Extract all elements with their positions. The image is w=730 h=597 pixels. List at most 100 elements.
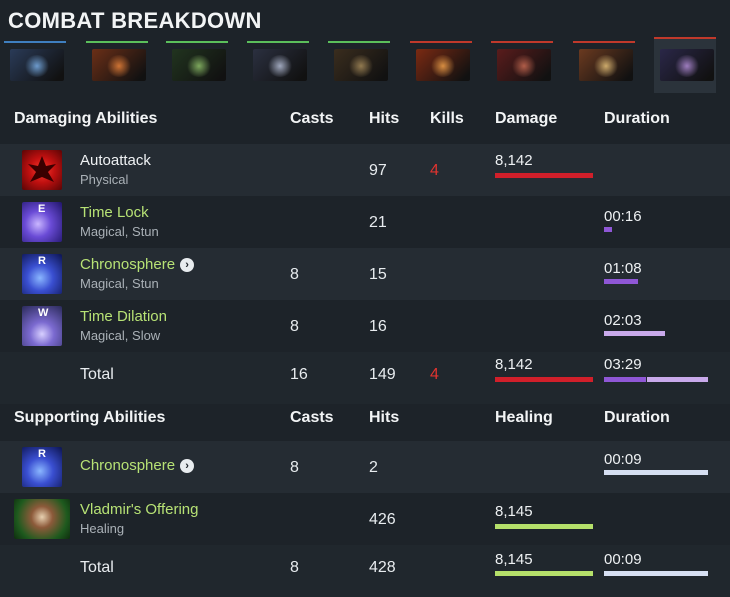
chevron-right-icon[interactable]: › — [180, 258, 195, 272]
total-label: Total — [80, 366, 114, 383]
ability-name: Time Dilation — [80, 308, 167, 325]
damage-type: Physical — [80, 172, 129, 187]
night-stalker-portrait-icon — [253, 49, 307, 81]
column-header-duration: Duration — [604, 409, 670, 426]
hero-portrait-highlight — [106, 55, 132, 77]
healing-bar — [495, 524, 593, 529]
chronosphere-icon: R — [22, 254, 62, 294]
duration-stacked-bar — [604, 377, 708, 382]
column-header-duration: Duration — [604, 110, 670, 127]
chronosphere-icon: R — [22, 447, 62, 487]
hero-team-bar — [166, 41, 228, 43]
page-title: COMBAT BREAKDOWN — [8, 8, 262, 33]
duration-value: 00:09 — [604, 451, 642, 468]
hero-tab[interactable] — [573, 41, 635, 89]
time-dilation-icon: W — [22, 306, 62, 346]
ability-name[interactable]: Chronosphere › — [80, 457, 195, 474]
healing-value: 8,145 — [495, 551, 533, 568]
duration-value: 00:16 — [604, 208, 642, 225]
supporting-abilities-header: Supporting Abilities Casts Hits Healing Dura… — [0, 397, 730, 441]
ability-name: Vladmir's Offering — [80, 501, 199, 518]
time-lock-icon: E — [22, 202, 62, 242]
meter-fill — [495, 377, 593, 382]
hits-value: 149 — [369, 366, 396, 383]
column-header-kills: Kills — [430, 110, 464, 127]
damage-value: 8,142 — [495, 356, 533, 373]
hits-value: 2 — [369, 459, 378, 476]
meter-fill — [495, 571, 593, 576]
damage-type: Magical, Stun — [80, 224, 159, 239]
hero-portrait-highlight — [186, 55, 212, 77]
vladmirs-offering-icon — [14, 499, 70, 539]
hotkey-label: W — [38, 307, 49, 319]
hits-value: 16 — [369, 318, 387, 335]
hero-tab[interactable] — [247, 41, 309, 89]
hero-tab[interactable] — [328, 41, 390, 89]
hero-tab[interactable] — [410, 41, 472, 89]
column-header-casts: Casts — [290, 110, 334, 127]
tiny-portrait-icon — [334, 49, 388, 81]
hits-value: 428 — [369, 559, 396, 576]
meter-fill — [604, 571, 708, 576]
hero-portrait-highlight — [511, 55, 537, 77]
ability-name: Autoattack — [80, 152, 151, 169]
hero-portrait-highlight — [24, 55, 50, 77]
chevron-right-icon[interactable]: › — [180, 459, 195, 473]
kills-value: 4 — [430, 162, 439, 179]
meter-fill — [604, 470, 708, 475]
hero-tab[interactable] — [4, 41, 66, 89]
hero-tab[interactable] — [491, 41, 553, 89]
damaging-abilities-header: Damaging Abilities Casts Hits Kills Damage Du… — [0, 98, 730, 142]
hero-portrait-highlight — [430, 55, 456, 77]
hero-portrait-highlight — [674, 55, 700, 77]
ability-row: E Time Lock Magical, Stun 21 00:16 — [0, 196, 730, 248]
hits-value: 15 — [369, 266, 387, 283]
damage-bar — [495, 173, 593, 178]
damage-value: 8,142 — [495, 152, 533, 169]
hero-tab[interactable] — [86, 41, 148, 89]
hotkey-label: E — [38, 203, 46, 215]
hotkey-label: R — [38, 255, 46, 267]
faceless-void-portrait-icon — [660, 49, 714, 81]
kills-value: 4 — [430, 366, 439, 383]
hero-team-bar — [491, 41, 553, 43]
duration-segment — [604, 377, 612, 382]
hero-team-bar — [654, 37, 716, 39]
support-row: Vladmir's Offering Healing 426 8,145 — [0, 493, 730, 545]
ability-name[interactable]: Chronosphere › — [80, 256, 195, 273]
meter-fill — [604, 227, 612, 232]
duration-value: 03:29 — [604, 356, 642, 373]
hero-team-bar — [247, 41, 309, 43]
support-row: R Chronosphere › 8 2 00:09 — [0, 441, 730, 493]
column-header-healing: Healing — [495, 409, 553, 426]
phoenix-portrait-icon — [92, 49, 146, 81]
juggernaut-portrait-icon — [579, 49, 633, 81]
autoattack-icon — [22, 150, 62, 190]
hotkey-label: R — [38, 448, 46, 460]
void-spirit-portrait-icon — [10, 49, 64, 81]
hero-team-bar — [328, 41, 390, 43]
total-label: Total — [80, 559, 114, 576]
hits-value: 97 — [369, 162, 387, 179]
hero-tab[interactable] — [654, 37, 716, 93]
healing-value: 8,145 — [495, 503, 533, 520]
column-header-hits: Hits — [369, 110, 400, 127]
hits-value: 426 — [369, 511, 396, 528]
duration-bar — [604, 279, 708, 284]
duration-segment — [647, 377, 708, 382]
meter-fill — [495, 173, 593, 178]
hero-portrait-highlight — [267, 55, 293, 77]
casts-value: 16 — [290, 366, 308, 383]
casts-value: 8 — [290, 559, 299, 576]
ability-row: Autoattack Physical 97 4 8,142 — [0, 144, 730, 196]
column-header-damage: Damage — [495, 110, 558, 127]
duration-bar — [604, 470, 708, 475]
ability-row: R Chronosphere › Magical, Stun 8 15 01:08 — [0, 248, 730, 300]
hero-selector — [0, 37, 730, 95]
column-header-casts: Casts — [290, 409, 334, 426]
column-header-label: Supporting Abilities — [14, 409, 166, 426]
hits-value: 21 — [369, 214, 387, 231]
duration-value: 02:03 — [604, 312, 642, 329]
hero-tab[interactable] — [166, 41, 228, 89]
meter-fill — [604, 279, 638, 284]
